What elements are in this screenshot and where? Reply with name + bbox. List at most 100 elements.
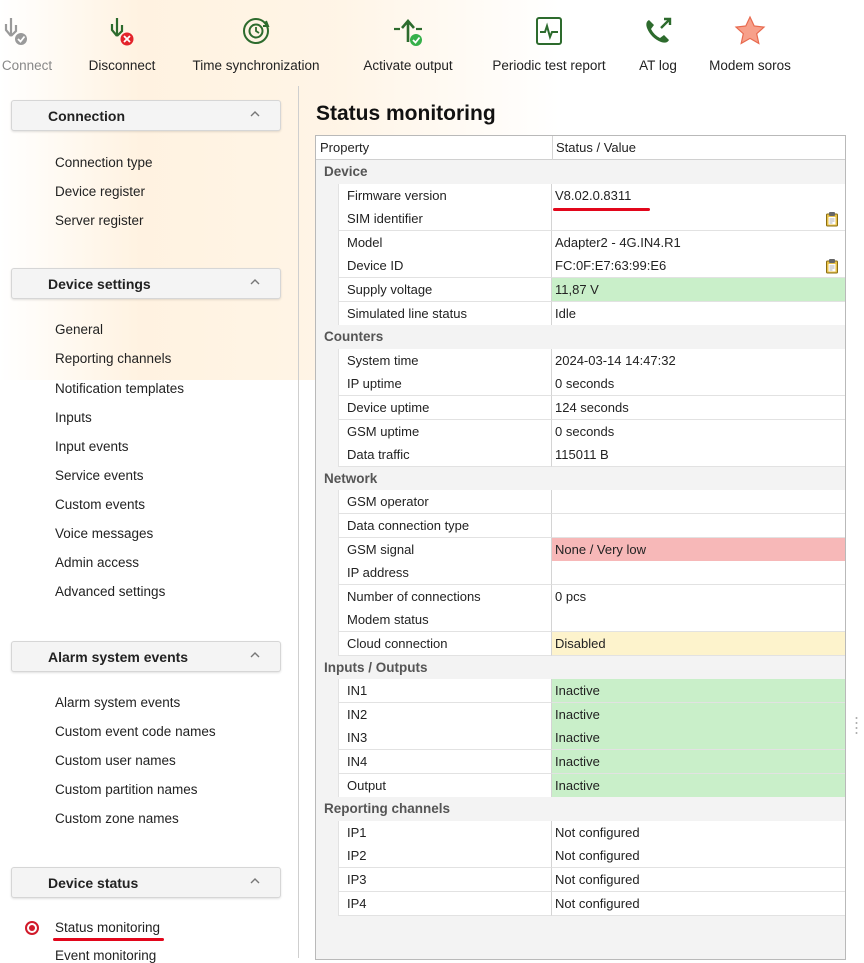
grid-row[interactable]: IP4 Not configured: [316, 891, 845, 916]
sidebar: Connection Connection type Device regist…: [0, 86, 290, 963]
at-log-button[interactable]: AT log: [632, 0, 684, 84]
grid-row[interactable]: GSM operator: [316, 490, 845, 515]
grid-row[interactable]: IP2 Not configured: [316, 844, 845, 869]
grid-row[interactable]: Firmware version V8.02.0.8311: [316, 183, 845, 208]
grid-row[interactable]: Model Adapter2 - 4G.IN4.R1: [316, 230, 845, 255]
grid-row[interactable]: Data connection type: [316, 514, 845, 538]
activate-output-button[interactable]: Activate output: [350, 0, 466, 84]
grid-row[interactable]: IP uptime 0 seconds: [316, 372, 845, 397]
property-cell: Device uptime: [338, 396, 552, 420]
value-cell: 0 seconds: [552, 372, 845, 397]
grid-row[interactable]: Device uptime 124 seconds: [316, 396, 845, 420]
grid-row[interactable]: IN1 Inactive: [316, 679, 845, 704]
grid-row[interactable]: IP1 Not configured: [316, 820, 845, 845]
grid-row[interactable]: Device ID FC:0F:E7:63:99:E6: [316, 254, 845, 279]
grid-row[interactable]: Simulated line status Idle: [316, 301, 845, 326]
sidebar-item-input-events[interactable]: Input events: [55, 439, 129, 454]
section-header-device-settings[interactable]: Device settings: [11, 268, 281, 299]
property-name: Device uptime: [347, 400, 430, 415]
sidebar-item-device-register[interactable]: Device register: [55, 184, 145, 199]
sidebar-item-server-register[interactable]: Server register: [55, 213, 144, 228]
sidebar-item-custom-event-code-names[interactable]: Custom event code names: [55, 724, 216, 739]
row-gutter: [316, 183, 338, 208]
sidebar-item-inputs[interactable]: Inputs: [55, 410, 92, 425]
property-cell: Supply voltage: [338, 278, 552, 302]
grid-row[interactable]: Supply voltage 11,87 V: [316, 278, 845, 302]
column-header-property[interactable]: Property: [320, 140, 369, 155]
grid-row[interactable]: Output Inactive: [316, 773, 845, 798]
connect-button[interactable]: Connect: [0, 0, 66, 84]
grid-row[interactable]: Cloud connection Disabled: [316, 632, 845, 656]
property-cell: Modem status: [338, 608, 552, 633]
property-name: Supply voltage: [347, 282, 433, 297]
grid-row[interactable]: IN2 Inactive: [316, 702, 845, 727]
sidebar-item-voice-messages[interactable]: Voice messages: [55, 526, 153, 541]
grid-category[interactable]: Reporting channels: [316, 797, 845, 822]
sidebar-item-custom-user-names[interactable]: Custom user names: [55, 753, 176, 768]
property-value: 0 pcs: [555, 588, 587, 604]
copy-to-clipboard-icon[interactable]: [825, 258, 839, 274]
value-cell: [552, 561, 845, 586]
grid-row[interactable]: Modem status: [316, 608, 845, 633]
time-synchronization-button[interactable]: Time synchronization: [180, 0, 332, 84]
section-title: Device settings: [48, 276, 151, 292]
property-cell: IP3: [338, 868, 552, 892]
grid-row[interactable]: GSM signal None / Very low: [316, 537, 845, 562]
grid-category[interactable]: Device: [316, 160, 845, 184]
property-name: IP1: [347, 824, 367, 840]
grid-row[interactable]: IP address: [316, 561, 845, 586]
grid-row[interactable]: Data traffic 115011 B: [316, 443, 845, 468]
property-value: Inactive: [555, 706, 600, 722]
sidebar-item-custom-partition-names[interactable]: Custom partition names: [55, 782, 198, 797]
sidebar-item-notification-templates[interactable]: Notification templates: [55, 381, 184, 396]
sidebar-item-status-monitoring[interactable]: Status monitoring: [55, 920, 160, 935]
sidebar-item-reporting-channels[interactable]: Reporting channels: [55, 351, 171, 366]
section-header-alarm-system-events[interactable]: Alarm system events: [11, 641, 281, 672]
row-gutter: [316, 773, 338, 798]
grid-row[interactable]: Number of connections 0 pcs: [316, 584, 845, 609]
sidebar-item-general[interactable]: General: [55, 322, 103, 337]
property-cell: GSM signal: [338, 537, 552, 562]
property-cell: Device ID: [338, 254, 552, 279]
grid-category[interactable]: Network: [316, 466, 845, 491]
grid-category[interactable]: Counters: [316, 325, 845, 350]
time-synchronization-label: Time synchronization: [192, 58, 320, 73]
value-cell: Not configured: [552, 820, 845, 845]
periodic-test-report-label: Periodic test report: [492, 58, 606, 73]
grid-category[interactable]: Inputs / Outputs: [316, 655, 845, 680]
section-header-connection[interactable]: Connection: [11, 100, 281, 131]
grid-row[interactable]: IN3 Inactive: [316, 726, 845, 751]
copy-to-clipboard-icon[interactable]: [825, 211, 839, 227]
row-gutter: [316, 608, 338, 633]
value-cell: Inactive: [552, 750, 845, 774]
property-value: V8.02.0.8311: [555, 187, 632, 203]
property-cell: Data connection type: [338, 514, 552, 538]
sidebar-item-custom-zone-names[interactable]: Custom zone names: [55, 811, 179, 826]
sidebar-item-event-monitoring[interactable]: Event monitoring: [55, 948, 156, 963]
value-cell: [552, 608, 845, 633]
sidebar-item-service-events[interactable]: Service events: [55, 468, 144, 483]
property-cell: Simulated line status: [338, 301, 552, 326]
sidebar-item-advanced-settings[interactable]: Advanced settings: [55, 584, 165, 599]
grid-category-label: Device: [324, 164, 368, 179]
periodic-test-report-button[interactable]: Periodic test report: [478, 0, 620, 84]
grid-row[interactable]: GSM uptime 0 seconds: [316, 419, 845, 444]
grid-row[interactable]: IP3 Not configured: [316, 868, 845, 892]
sidebar-item-alarm-system-events[interactable]: Alarm system events: [55, 695, 180, 710]
section-header-device-status[interactable]: Device status: [11, 867, 281, 898]
grid-category-label: Counters: [324, 329, 384, 345]
property-name: GSM uptime: [347, 423, 420, 439]
column-header-value[interactable]: Status / Value: [556, 140, 636, 155]
grid-category-label: Network: [324, 470, 378, 486]
property-cell: IP4: [338, 891, 552, 916]
grid-row[interactable]: System time 2024-03-14 14:47:32: [316, 348, 845, 373]
modem-soros-button[interactable]: Modem soros: [696, 0, 804, 84]
grid-row[interactable]: IN4 Inactive: [316, 750, 845, 774]
sidebar-item-admin-access[interactable]: Admin access: [55, 555, 139, 570]
disconnect-button[interactable]: Disconnect: [78, 0, 166, 84]
sidebar-item-custom-events[interactable]: Custom events: [55, 497, 145, 512]
splitter-grip-icon[interactable]: [855, 716, 858, 738]
sidebar-item-connection-type[interactable]: Connection type: [55, 155, 153, 170]
property-cell: IN2: [338, 702, 552, 727]
usb-connect-icon: [4, 18, 27, 45]
